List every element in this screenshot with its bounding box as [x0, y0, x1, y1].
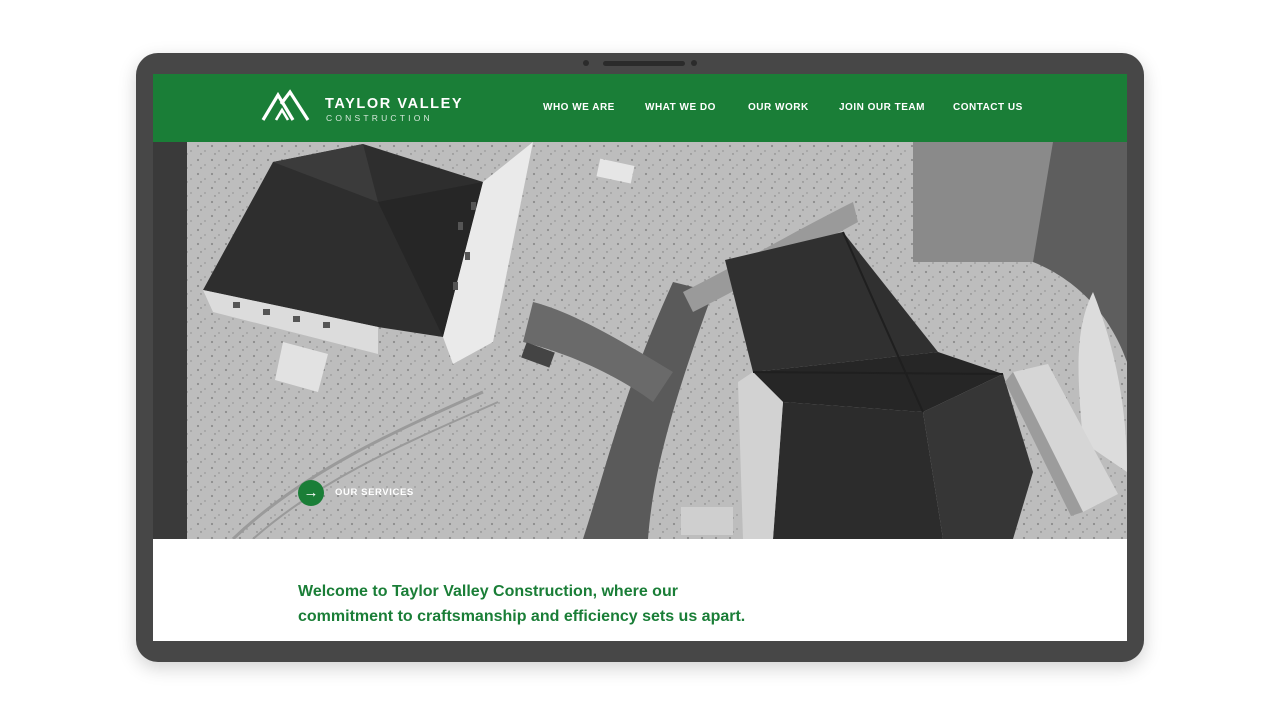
speaker-grille	[603, 61, 685, 66]
aerial-construction-photo	[153, 142, 1127, 539]
hero-banner: → OUR SERVICES	[153, 142, 1127, 539]
website-screen: TAYLOR VALLEY CONSTRUCTION WHO WE ARE WH…	[153, 74, 1127, 641]
welcome-line-2: commitment to craftsmanship and efficien…	[298, 608, 746, 625]
arrow-right-icon[interactable]: →	[298, 480, 324, 506]
sensor-dot	[691, 60, 697, 66]
camera-dot	[583, 60, 589, 66]
our-services-label[interactable]: OUR SERVICES	[335, 487, 414, 498]
site-header: TAYLOR VALLEY CONSTRUCTION WHO WE ARE WH…	[153, 74, 1127, 142]
tablet-device-frame: TAYLOR VALLEY CONSTRUCTION WHO WE ARE WH…	[136, 53, 1144, 662]
nav-contact-us[interactable]: CONTACT US	[953, 102, 1023, 113]
nav-join-our-team[interactable]: JOIN OUR TEAM	[839, 102, 925, 113]
nav-our-work[interactable]: OUR WORK	[748, 102, 809, 113]
welcome-line-1: Welcome to Taylor Valley Construction, w…	[298, 583, 678, 600]
welcome-statement: Welcome to Taylor Valley Construction, w…	[298, 579, 818, 629]
nav-who-we-are[interactable]: WHO WE ARE	[543, 102, 615, 113]
main-navigation: WHO WE ARE WHAT WE DO OUR WORK JOIN OUR …	[153, 102, 1127, 116]
nav-what-we-do[interactable]: WHAT WE DO	[645, 102, 716, 113]
